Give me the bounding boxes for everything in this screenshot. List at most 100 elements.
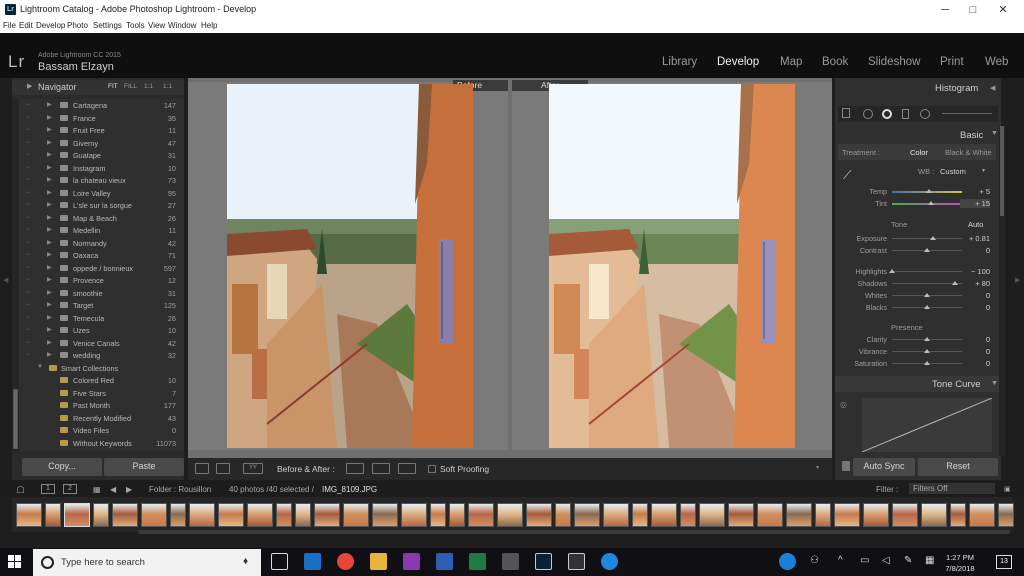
filmstrip-thumbnail[interactable] bbox=[343, 503, 369, 527]
tone-curve-title[interactable]: Tone Curve bbox=[932, 379, 981, 390]
smart-collections-header[interactable]: ▼ Smart Collections bbox=[12, 362, 184, 375]
microphone-icon[interactable]: ♦ bbox=[243, 556, 248, 567]
expand-triangle-icon[interactable]: ▶ bbox=[47, 301, 52, 308]
filmstrip-thumbnail[interactable] bbox=[921, 503, 947, 527]
sync-indicator-icon[interactable]: ↔ bbox=[25, 301, 31, 307]
auto-sync-button[interactable]: Auto Sync bbox=[853, 458, 915, 476]
expand-triangle-icon[interactable]: ▼ bbox=[37, 364, 43, 370]
module-develop[interactable]: Develop bbox=[717, 56, 759, 68]
task-view-icon[interactable] bbox=[271, 553, 288, 570]
expand-triangle-icon[interactable]: ▶ bbox=[47, 214, 52, 221]
menu-edit[interactable]: Edit bbox=[19, 21, 33, 30]
sync-indicator-icon[interactable]: ↔ bbox=[25, 314, 31, 320]
windows-start-icon[interactable] bbox=[8, 555, 22, 569]
expand-triangle-icon[interactable]: ▶ bbox=[47, 139, 52, 146]
sticky-notes-icon[interactable] bbox=[568, 553, 585, 570]
paste-button[interactable]: Paste bbox=[104, 458, 184, 476]
menu-photo[interactable]: Photo bbox=[67, 21, 88, 30]
expand-triangle-icon[interactable]: ▶ bbox=[47, 251, 52, 258]
zoom-custom[interactable]: 1:1 bbox=[163, 83, 172, 90]
left-scrollbar[interactable] bbox=[12, 99, 19, 451]
sync-indicator-icon[interactable]: ↔ bbox=[25, 264, 31, 270]
maximize-button[interactable]: □ bbox=[958, 2, 988, 18]
tone-curve-graph[interactable] bbox=[862, 398, 992, 452]
filmstrip-thumbnail[interactable] bbox=[141, 503, 167, 527]
treatment-bw-option[interactable]: Black & White bbox=[945, 148, 992, 157]
slider-value[interactable]: 0 bbox=[960, 335, 990, 344]
calculator-icon[interactable] bbox=[502, 553, 519, 570]
right-panel-toggle-icon[interactable]: ▶ bbox=[1015, 276, 1020, 284]
slider-value[interactable]: − 100 bbox=[960, 267, 990, 276]
edge-icon[interactable] bbox=[601, 553, 618, 570]
zoom-fit[interactable]: FIT bbox=[108, 83, 118, 90]
collection-item[interactable]: ↔ ▶ Normandy 42 bbox=[12, 237, 184, 250]
sync-indicator-icon[interactable]: ↔ bbox=[25, 289, 31, 295]
current-filename[interactable]: IMG_8109.JPG bbox=[322, 485, 377, 494]
sync-indicator-icon[interactable]: ↔ bbox=[25, 214, 31, 220]
red-eye-icon[interactable] bbox=[882, 109, 892, 119]
collection-item[interactable]: ↔ ▶ France 35 bbox=[12, 112, 184, 125]
collapse-triangle-icon[interactable]: ▶ bbox=[27, 82, 32, 90]
collection-item[interactable]: ↔ ▶ Uzes 10 bbox=[12, 324, 184, 337]
collection-item[interactable]: ↔ ▶ Fruit Free 11 bbox=[12, 124, 184, 137]
volume-icon[interactable]: ◁ bbox=[882, 555, 890, 566]
slider-value[interactable]: + 5 bbox=[960, 187, 990, 196]
show-hidden-icons[interactable]: ^ bbox=[838, 555, 843, 566]
secondary-window-icon[interactable]: ☖ bbox=[16, 485, 25, 496]
slider-track[interactable] bbox=[892, 203, 962, 205]
menu-view[interactable]: View bbox=[148, 21, 165, 30]
tone-auto-button[interactable]: Auto bbox=[968, 220, 983, 229]
slider-knob[interactable] bbox=[952, 281, 958, 285]
collection-item[interactable]: ↔ ▶ la chateau vieux 73 bbox=[12, 174, 184, 187]
slider-value[interactable]: 0 bbox=[960, 291, 990, 300]
sync-indicator-icon[interactable]: ↔ bbox=[25, 151, 31, 157]
taskbar-search-box[interactable]: Type here to search ♦ bbox=[33, 549, 261, 576]
filmstrip-thumbnail[interactable] bbox=[603, 503, 629, 527]
sync-indicator-icon[interactable]: ↔ bbox=[25, 176, 31, 182]
sync-indicator-icon[interactable]: ↔ bbox=[25, 351, 31, 357]
expand-triangle-icon[interactable]: ▶ bbox=[47, 239, 52, 246]
excel-icon[interactable] bbox=[469, 553, 486, 570]
sync-indicator-icon[interactable]: ↔ bbox=[25, 251, 31, 257]
menu-settings[interactable]: Settings bbox=[93, 21, 122, 30]
smart-collection-item[interactable]: Past Month 177 bbox=[12, 399, 184, 412]
soft-proofing-checkbox[interactable] bbox=[428, 465, 436, 473]
sync-indicator-icon[interactable]: ↔ bbox=[25, 114, 31, 120]
collection-item[interactable]: ↔ ▶ Venice Canals 42 bbox=[12, 337, 184, 350]
filmstrip-thumbnail[interactable] bbox=[314, 503, 340, 527]
smart-collection-item[interactable]: Without Keywords 11073 bbox=[12, 437, 184, 450]
slider-knob[interactable] bbox=[924, 349, 930, 353]
sync-indicator-icon[interactable]: ↔ bbox=[25, 226, 31, 232]
sync-indicator-icon[interactable]: ↔ bbox=[25, 326, 31, 332]
module-web[interactable]: Web bbox=[985, 56, 1008, 68]
slider-knob[interactable] bbox=[924, 361, 930, 365]
filmstrip-thumbnail[interactable] bbox=[497, 503, 523, 527]
expand-triangle-icon[interactable]: ▶ bbox=[47, 314, 52, 321]
page-2-button[interactable]: 2 bbox=[63, 484, 77, 494]
left-panel-toggle-icon[interactable]: ◀ bbox=[3, 276, 8, 284]
filmstrip-thumbnail[interactable] bbox=[189, 503, 215, 527]
slider-value[interactable]: + 80 bbox=[960, 279, 990, 288]
after-photo[interactable] bbox=[549, 84, 795, 448]
expand-triangle-icon[interactable]: ▶ bbox=[47, 164, 52, 171]
tone-curve-collapse-icon[interactable]: ▼ bbox=[991, 380, 998, 387]
module-library[interactable]: Library bbox=[662, 56, 697, 68]
filmstrip-thumbnail[interactable] bbox=[950, 503, 966, 527]
slider-knob[interactable] bbox=[928, 201, 935, 205]
smart-collection-item[interactable]: Colored Red 10 bbox=[12, 374, 184, 387]
filmstrip-thumbnail[interactable] bbox=[680, 503, 696, 527]
treatment-color-option[interactable]: Color bbox=[910, 148, 928, 157]
sync-indicator-icon[interactable]: ↔ bbox=[25, 139, 31, 145]
network-icon[interactable]: ▭ bbox=[860, 555, 869, 566]
filmstrip-thumbnail[interactable] bbox=[555, 503, 571, 527]
filmstrip-thumbnail[interactable] bbox=[218, 503, 244, 527]
menu-file[interactable]: File bbox=[3, 21, 16, 30]
eyedropper-icon[interactable]: ⟋ bbox=[843, 168, 851, 183]
module-map[interactable]: Map bbox=[780, 56, 802, 68]
filmstrip-thumbnail[interactable] bbox=[93, 503, 109, 527]
filmstrip-thumbnail[interactable] bbox=[468, 503, 494, 527]
filmstrip-thumbnail[interactable] bbox=[430, 503, 446, 527]
filmstrip-thumbnail[interactable] bbox=[295, 503, 311, 527]
lightroom-taskbar-icon[interactable] bbox=[535, 553, 552, 570]
slider-knob[interactable] bbox=[924, 293, 930, 297]
